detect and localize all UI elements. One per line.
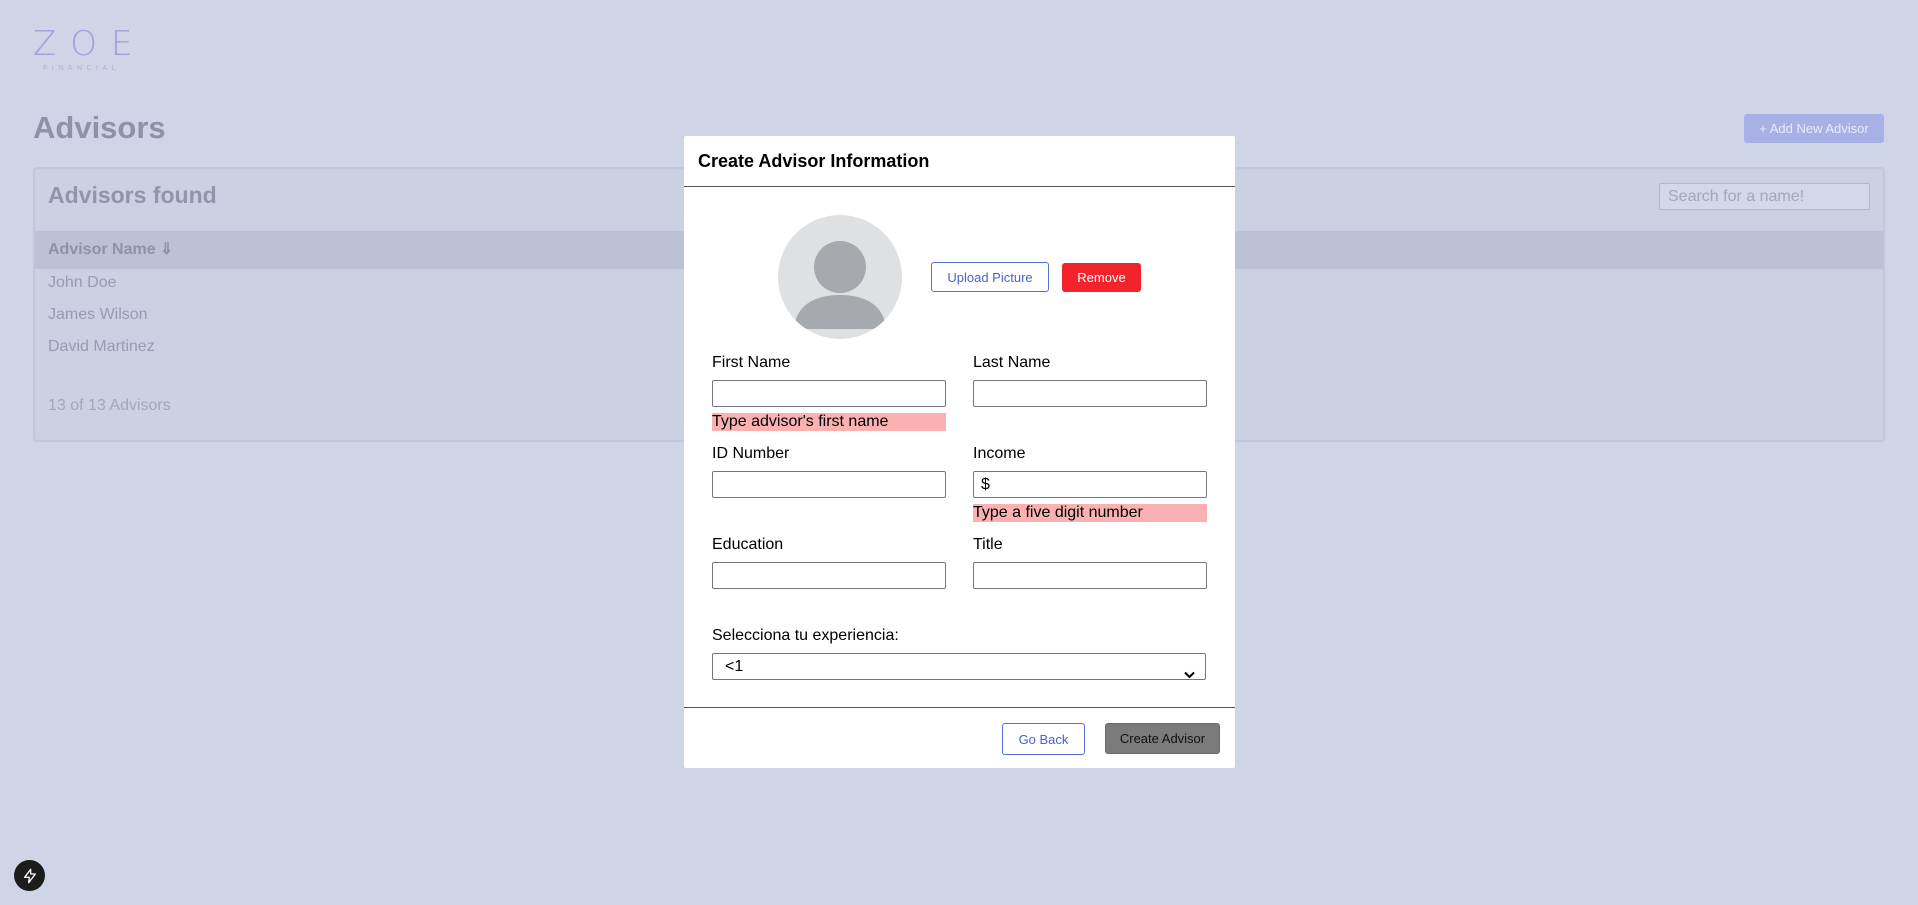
list-item[interactable]: David Martinez <box>48 338 155 356</box>
title-field[interactable] <box>973 562 1207 589</box>
logo-subtext: FINANCIAL <box>43 65 121 72</box>
last-name-label: Last Name <box>973 354 1051 371</box>
list-item[interactable]: John Doe <box>48 274 117 292</box>
default-avatar-icon <box>778 215 902 339</box>
chevron-down-icon <box>1184 662 1195 687</box>
create-advisor-button[interactable]: Create Advisor <box>1105 723 1220 754</box>
go-back-button[interactable]: Go Back <box>1002 723 1085 755</box>
income-field[interactable] <box>973 471 1207 498</box>
add-advisor-button[interactable]: + Add New Advisor <box>1744 114 1884 143</box>
experience-select[interactable]: <1 <box>712 653 1206 680</box>
education-field[interactable] <box>712 562 946 589</box>
upload-picture-button[interactable]: Upload Picture <box>931 262 1049 292</box>
list-heading: Advisors found <box>48 182 217 208</box>
experience-label: Selecciona tu experiencia: <box>712 627 899 644</box>
logo: ZOE FINANCIAL <box>33 27 137 77</box>
modal-title: Create Advisor Information <box>698 150 930 171</box>
education-label: Education <box>712 536 784 553</box>
income-label: Income <box>973 445 1026 462</box>
page-title: Advisors <box>33 110 166 145</box>
advisor-count: 13 of 13 Advisors <box>48 397 171 414</box>
title-label: Title <box>973 536 1003 553</box>
id-number-field[interactable] <box>712 471 946 498</box>
lightning-icon[interactable] <box>14 860 45 891</box>
last-name-field[interactable] <box>973 380 1207 407</box>
income-error: Type a five digit number <box>973 504 1207 522</box>
modal-footer-divider <box>684 707 1235 708</box>
create-advisor-modal: Create Advisor Information Upload Pictur… <box>684 136 1235 768</box>
first-name-label: First Name <box>712 354 791 371</box>
search-input[interactable] <box>1659 183 1870 210</box>
first-name-error: Type advisor's first name <box>712 413 946 431</box>
experience-selected-value: <1 <box>725 658 744 675</box>
first-name-field[interactable] <box>712 380 946 407</box>
remove-picture-button[interactable]: Remove <box>1062 263 1141 292</box>
id-number-label: ID Number <box>712 445 790 462</box>
logo-text: ZOE <box>33 24 147 64</box>
modal-header: Create Advisor Information <box>684 136 1235 187</box>
list-item[interactable]: James Wilson <box>48 306 148 324</box>
